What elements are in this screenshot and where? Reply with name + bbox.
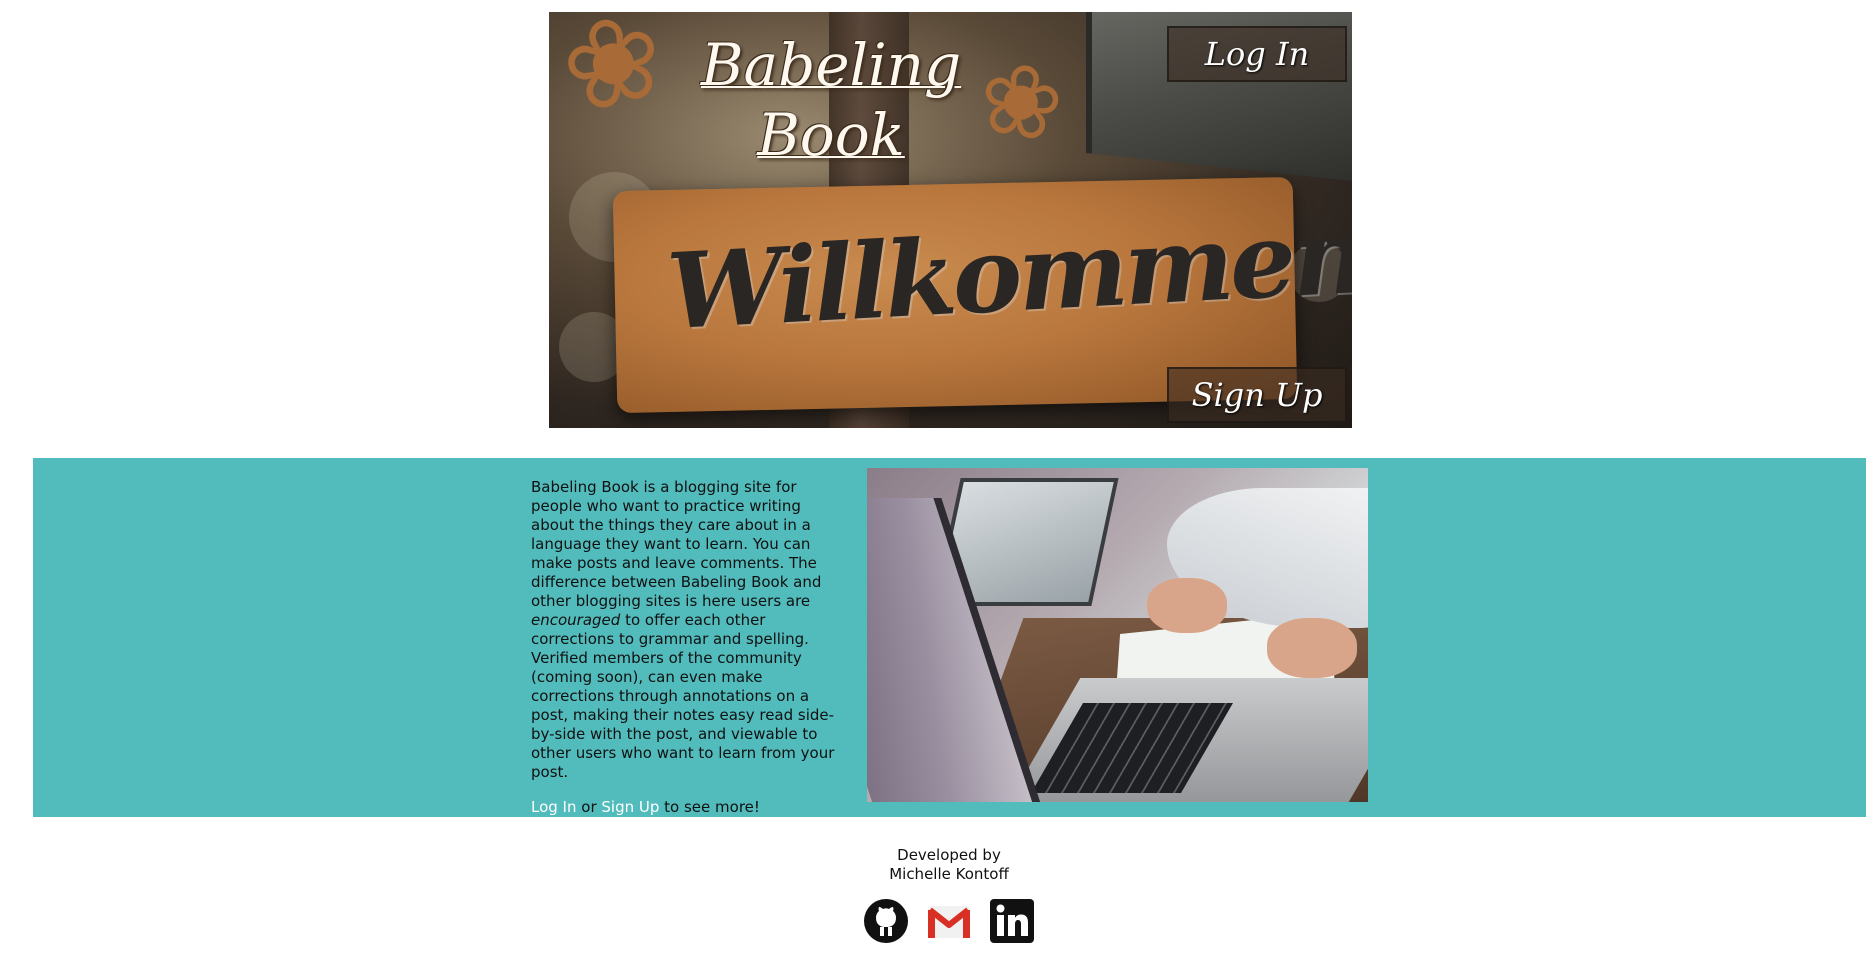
linkedin-icon[interactable] <box>989 898 1035 944</box>
logo-line-1: Babeling <box>700 31 962 99</box>
signup-button[interactable]: Sign Up <box>1167 367 1347 423</box>
site-logo[interactable]: Babeling Book <box>681 30 981 170</box>
footer-credits: Developed by Michelle Kontoff <box>849 846 1049 884</box>
developer-name: Michelle Kontoff <box>889 865 1009 883</box>
gmail-icon[interactable] <box>926 898 972 944</box>
photo-hand <box>1267 618 1357 678</box>
butterfly-icon: ❀ <box>969 36 1073 167</box>
laptop-photo <box>867 468 1368 802</box>
social-links <box>863 898 1035 944</box>
about-description: Babeling Book is a blogging site for peo… <box>531 478 847 782</box>
description-part-2: to offer each other corrections to gramm… <box>531 611 835 781</box>
butterfly-icon: ❀ <box>549 12 680 144</box>
hero-banner: ❀ ❀ Willkommen Babeling Book Log In Sign… <box>549 12 1352 428</box>
page: ❀ ❀ Willkommen Babeling Book Log In Sign… <box>0 0 1874 953</box>
about-text: Babeling Book is a blogging site for peo… <box>531 478 847 817</box>
logo-line-2: Book <box>757 101 905 169</box>
cta-login-link[interactable]: Log In <box>531 798 577 816</box>
photo-hand <box>1147 578 1227 633</box>
cta-or-text: or <box>576 798 602 816</box>
cta-tail-text: to see more! <box>659 798 760 816</box>
call-to-action: Log In or Sign Up to see more! <box>531 798 847 817</box>
description-part-1: Babeling Book is a blogging site for peo… <box>531 478 822 610</box>
cta-signup-link[interactable]: Sign Up <box>601 798 659 816</box>
description-emphasis: encouraged <box>531 611 621 629</box>
login-button[interactable]: Log In <box>1167 26 1347 82</box>
github-icon[interactable] <box>863 898 909 944</box>
developed-by-label: Developed by <box>897 846 1001 864</box>
